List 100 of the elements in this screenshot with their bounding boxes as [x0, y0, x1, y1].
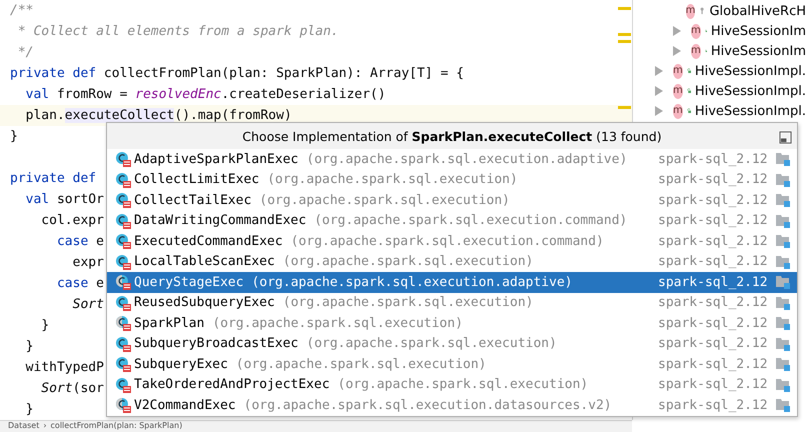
module-name: spark-sql_2.12: [658, 316, 768, 331]
module-name: spark-sql_2.12: [658, 336, 768, 352]
implementation-item[interactable]: SubqueryBroadcastExec (org.apache.spark.sql.execution) spark-sql_2.12: [107, 334, 797, 354]
module-name: spark-sql_2.12: [658, 234, 768, 249]
code-text: Sort: [40, 381, 73, 396]
implementation-item[interactable]: DataWritingCommandExec (org.apache.spark.sql.execution.command) spark-sql_2.12: [107, 210, 797, 231]
code-text: }: [24, 339, 34, 354]
code-text: expr: [72, 255, 104, 270]
implementation-item[interactable]: QueryStageExec (org.apache.spark.sql.execution.adaptive) spark-sql_2.12: [107, 272, 797, 292]
class-icon: [115, 212, 131, 229]
structure-item[interactable]: HiveSessionImpl.: [694, 84, 806, 98]
package-name: (org.apache.spark.sql.execution): [267, 172, 518, 188]
breadcrumb[interactable]: Dataset: [8, 421, 40, 432]
package-name: (org.apache.spark.sql.execution.command): [290, 234, 604, 249]
code-text: */: [16, 45, 34, 60]
code-text: (sor: [72, 381, 104, 396]
class-name: QueryStageExec: [134, 274, 244, 290]
implementation-item[interactable]: ExecutedCommandExec (org.apache.spark.sql.execution.command) spark-sql_2.12: [107, 231, 797, 252]
folder-icon: [775, 192, 791, 208]
class-icon: [115, 192, 131, 208]
package-name: (org.apache.spark.sql.execution): [282, 254, 534, 270]
module-name: spark-sql_2.12: [658, 398, 768, 413]
code-text: resolvedEnc: [135, 87, 222, 102]
structure-item[interactable]: HiveSessionImpl.: [694, 64, 806, 78]
structure-item[interactable]: HiveSessionImpl.: [694, 104, 806, 118]
class-name: V2CommandExec: [134, 398, 236, 413]
class-icon: [115, 397, 131, 414]
package-name: (org.apache.spark.sql.execution.adaptive): [306, 152, 628, 167]
code-text: sortOr: [56, 192, 104, 207]
module-name: spark-sql_2.12: [658, 172, 768, 188]
implementation-item[interactable]: LocalTableScanExec (org.apache.spark.sql.execution) spark-sql_2.12: [107, 252, 797, 272]
code-text: }: [10, 129, 18, 144]
module-name: spark-sql_2.12: [658, 274, 768, 290]
folder-icon: [775, 397, 791, 414]
popup-title: Choose Implementation of SparkPlan.executeCollect (13 found): [242, 128, 662, 144]
method-badge: m: [673, 84, 683, 98]
structure-item[interactable]: GlobalHiveRcH: [709, 4, 806, 18]
implementation-item[interactable]: CollectLimitExec (org.apache.spark.sql.execution) spark-sql_2.12: [107, 170, 797, 190]
expand-arrow-icon[interactable]: [655, 66, 663, 76]
implementation-item[interactable]: AdaptiveSparkPlanExec (org.apache.spark.sql.execution.adaptive) spark-sql_2.12: [107, 149, 797, 170]
package-name: (org.apache.spark.sql.execution): [338, 377, 588, 392]
implementation-item[interactable]: SparkPlan (org.apache.spark.sql.execution) spark-sql_2.12: [107, 313, 797, 334]
module-name: spark-sql_2.12: [658, 377, 768, 392]
class-name: CollectTailExec: [134, 192, 252, 208]
folder-icon: [775, 376, 791, 393]
expand-arrow-icon[interactable]: [673, 26, 681, 36]
code-text: case: [56, 276, 90, 291]
code-text: plan.: [24, 108, 65, 123]
implementation-item[interactable]: CollectTailExec (org.apache.spark.sql.execution) spark-sql_2.12: [107, 190, 797, 210]
class-name: TakeOrderedAndProjectExec: [134, 377, 330, 392]
code-text: val: [24, 87, 50, 102]
code-text: ().map(fromRow): [174, 108, 292, 123]
folder-icon: [775, 356, 791, 372]
folder-icon: [775, 274, 791, 290]
code-text: executeCollect: [64, 108, 174, 123]
structure-item[interactable]: HiveSessionIm: [710, 24, 806, 38]
class-name: SubqueryBroadcastExec: [134, 336, 298, 352]
class-icon: [115, 151, 131, 168]
window-icon[interactable]: [779, 131, 792, 144]
method-badge: m: [691, 24, 701, 38]
class-name: SparkPlan: [134, 316, 204, 331]
pin-icon: [699, 5, 706, 17]
implementation-item[interactable]: ReusedSubqueryExec (org.apache.spark.sql.execution) spark-sql_2.12: [107, 292, 797, 313]
package-name: (org.apache.spark.sql.execution): [306, 336, 557, 352]
class-icon: [115, 356, 131, 372]
code-text: val: [24, 192, 50, 207]
implementation-item[interactable]: SubqueryExec (org.apache.spark.sql.execution) spark-sql_2.12: [107, 354, 797, 374]
class-icon: [115, 233, 131, 250]
code-text: case: [56, 234, 90, 249]
class-name: DataWritingCommandExec: [134, 213, 306, 228]
structure-item[interactable]: HiveSessionIm: [710, 44, 806, 58]
folder-icon: [775, 212, 791, 229]
code-text: private def: [10, 66, 98, 81]
class-icon: [115, 315, 131, 332]
implementation-item[interactable]: TakeOrderedAndProjectExec (org.apache.spark.sql.execution) spark-sql_2.12: [107, 374, 797, 395]
module-name: spark-sql_2.12: [658, 152, 768, 167]
method-badge: m: [673, 64, 683, 78]
folder-icon: [775, 294, 791, 311]
code-text: .createDeserializer(): [221, 87, 386, 102]
package-name: (org.apache.spark.sql.execution): [212, 316, 463, 331]
code-text: collectFromPlan(plan: SparkPlan): Array[T] = {: [104, 66, 464, 81]
breadcrumb[interactable]: collectFromPlan(plan: SparkPlan): [50, 421, 182, 432]
module-name: spark-sql_2.12: [658, 295, 768, 310]
module-name: spark-sql_2.12: [658, 192, 768, 208]
method-badge: m: [686, 4, 696, 18]
folder-icon: [775, 172, 791, 188]
class-icon: [115, 336, 131, 352]
package-name: (org.apache.spark.sql.execution.datasources.v2): [244, 398, 612, 413]
breadcrumb-separator: ›: [43, 421, 47, 432]
code-text: * Collect all elements from a spark plan.: [16, 24, 339, 39]
class-name: ReusedSubqueryExec: [134, 295, 275, 310]
code-text: }: [24, 402, 34, 417]
implementation-item[interactable]: V2CommandExec (org.apache.spark.sql.execution.datasources.v2) spark-sql_2.12: [107, 395, 797, 416]
folder-icon: [775, 254, 791, 270]
code-text: withTypedP: [24, 360, 104, 375]
class-icon: [115, 294, 131, 311]
expand-arrow-icon[interactable]: [673, 46, 681, 56]
class-name: SubqueryExec: [134, 356, 228, 372]
expand-arrow-icon[interactable]: [655, 86, 663, 96]
folder-icon: [775, 336, 791, 352]
